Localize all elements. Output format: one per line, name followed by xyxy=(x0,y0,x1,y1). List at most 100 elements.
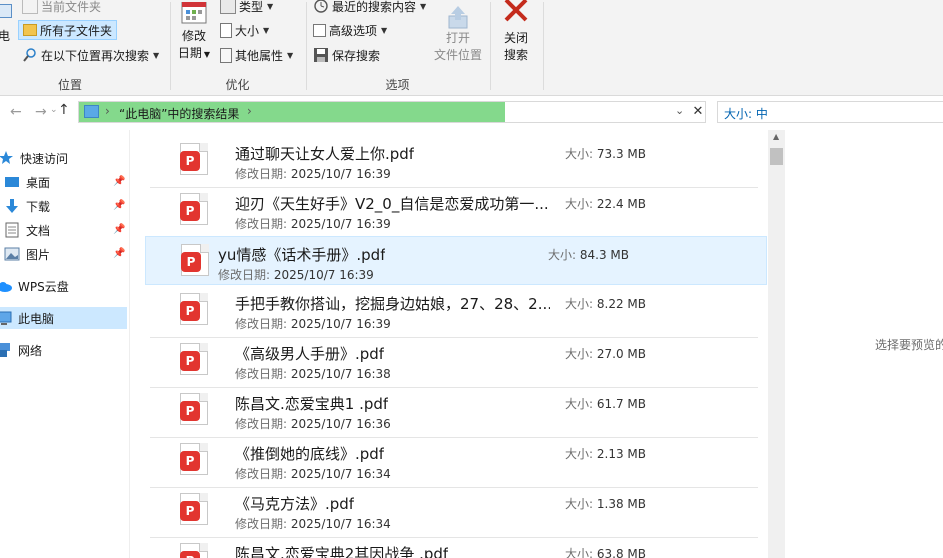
pdf-file-icon: P xyxy=(181,244,209,276)
pdf-file-icon: P xyxy=(180,143,208,175)
back-button[interactable]: ← xyxy=(10,104,22,120)
group-divider xyxy=(543,2,544,90)
dropdown-arrow-icon: ▼ xyxy=(287,50,294,60)
desktop-icon xyxy=(4,174,20,190)
dropdown-arrow-icon: ▼ xyxy=(267,1,274,11)
scrollbar-thumb[interactable] xyxy=(770,148,783,165)
file-name: 陈昌文.恋爱宝典2其因战争 .pdf xyxy=(235,545,449,558)
pdf-file-icon: P xyxy=(180,193,208,225)
advanced-options-button[interactable]: 高级选项 ▼ xyxy=(313,20,387,40)
kind-button[interactable]: 类型 ▼ xyxy=(220,0,273,16)
file-name: 手把手教你搭讪，挖掘身边姑娘，27、28、2... xyxy=(235,295,550,313)
size-button[interactable]: 大小 ▼ xyxy=(220,20,269,40)
up-button[interactable]: ↑ xyxy=(58,102,70,118)
chevron-right-icon: › xyxy=(247,104,252,118)
search-again-button[interactable]: 在以下位置再次搜索 ▼ xyxy=(22,45,159,65)
folder-icon xyxy=(22,0,38,14)
recent-locations-button[interactable]: ⌄ xyxy=(50,105,58,115)
pin-icon[interactable]: 📌 xyxy=(113,224,125,235)
group-divider xyxy=(306,2,307,90)
calendar-icon xyxy=(181,1,207,24)
file-size: 大小: 1.38 MB xyxy=(565,497,646,511)
advanced-options-icon xyxy=(313,23,326,37)
file-name: 通过聊天让女人爱上你.pdf xyxy=(235,145,415,163)
list-item[interactable]: P 《马克方法》.pdf 修改日期: 2025/10/7 16:34 大小: 1… xyxy=(147,480,758,531)
group-label-location: 位置 xyxy=(57,78,82,92)
file-size: 大小: 73.3 MB xyxy=(565,147,646,161)
nav-item-this-pc[interactable]: 此电脑 xyxy=(0,307,127,329)
vertical-scrollbar[interactable]: ▲ xyxy=(768,130,785,558)
network-icon xyxy=(0,342,12,358)
current-folder-button[interactable]: 当前文件夹 xyxy=(22,0,101,16)
recent-searches-button[interactable]: 最近的搜索内容 ▼ xyxy=(313,0,426,16)
save-icon xyxy=(313,47,329,63)
recent-searches-icon xyxy=(313,0,329,14)
scroll-up-arrow-icon[interactable]: ▲ xyxy=(773,132,779,141)
address-bar[interactable]: › “此电脑”中的搜索结果 › ⌄ xyxy=(78,101,706,123)
nav-item-desktop[interactable]: 桌面 xyxy=(0,171,127,193)
other-properties-button[interactable]: 其他属性 ▼ xyxy=(220,45,293,65)
dropdown-arrow-icon: ▼ xyxy=(153,50,160,60)
folder-tree-icon xyxy=(23,24,37,36)
list-item[interactable]: P 手把手教你搭讪，挖掘身边姑娘，27、28、2... 修改日期: 2025/1… xyxy=(147,280,758,331)
file-explorer-window: 电 当前文件夹 所有子文件夹 在以下位置再次搜索 ▼ 位置 修改 日期 ▼ 类型… xyxy=(0,0,943,558)
nav-item-quick-access[interactable]: 快速访问 xyxy=(0,147,127,169)
list-item[interactable]: P 迎刃《天生好手》V2_0_自信是恋爱成功第一... 修改日期: 2025/1… xyxy=(147,180,758,231)
all-subfolders-button[interactable]: 所有子文件夹 xyxy=(18,20,118,40)
pin-icon[interactable]: 📌 xyxy=(113,200,125,211)
list-item[interactable]: P 《高级男人手册》.pdf 修改日期: 2025/10/7 16:38 大小:… xyxy=(147,330,758,381)
dropdown-arrow-icon: ▼ xyxy=(420,1,427,11)
search-input[interactable]: 大小: 中 xyxy=(717,101,943,123)
file-size: 大小: 63.8 MB xyxy=(565,547,646,558)
star-icon xyxy=(0,150,14,166)
properties-icon xyxy=(220,47,232,63)
group-divider xyxy=(170,2,171,90)
ribbon-search-tab: 电 当前文件夹 所有子文件夹 在以下位置再次搜索 ▼ 位置 修改 日期 ▼ 类型… xyxy=(0,0,943,96)
up-arrow-icon: ↑ xyxy=(58,102,70,118)
file-name: 陈昌文.恋爱宝典1 .pdf xyxy=(235,395,389,413)
list-item[interactable]: P 《推倒她的底线》.pdf 修改日期: 2025/10/7 16:34 大小:… xyxy=(147,430,758,481)
dropdown-arrow-icon: ▼ xyxy=(203,50,211,59)
address-dropdown-icon[interactable]: ⌄ xyxy=(675,104,684,117)
group-label-refine: 优化 xyxy=(225,78,250,92)
file-name: 迎刃《天生好手》V2_0_自信是恋爱成功第一... xyxy=(235,195,549,213)
dropdown-arrow-icon: ▼ xyxy=(381,25,388,35)
computer-icon xyxy=(0,4,12,18)
file-name: 《马克方法》.pdf xyxy=(235,495,355,513)
search-query-text: 大小: 中 xyxy=(724,107,768,121)
pdf-file-icon: P xyxy=(180,343,208,375)
chevron-down-icon: ⌄ xyxy=(50,105,58,115)
close-icon xyxy=(503,0,529,24)
stop-search-button[interactable]: ✕ xyxy=(690,104,706,119)
nav-item-pictures[interactable]: 图片 xyxy=(0,243,127,265)
back-arrow-icon: ← xyxy=(10,104,22,120)
pictures-icon xyxy=(4,246,20,262)
partial-ribbon-button[interactable]: 电 xyxy=(0,0,14,45)
list-item[interactable]: P 陈昌文.恋爱宝典1 .pdf 修改日期: 2025/10/7 16:36 大… xyxy=(147,380,758,431)
forward-button[interactable]: → xyxy=(35,104,47,120)
nav-item-documents[interactable]: 文档 xyxy=(0,219,127,241)
pdf-file-icon: P xyxy=(180,493,208,525)
close-search-button[interactable]: 关闭 搜索 xyxy=(496,0,536,64)
search-results-list: P 通过聊天让女人爱上你.pdf 修改日期: 2025/10/7 16:39 大… xyxy=(130,130,770,558)
list-item[interactable]: P 陈昌文.恋爱宝典2其因战争 .pdf 大小: 63.8 MB xyxy=(147,530,758,558)
address-path[interactable]: “此电脑”中的搜索结果 xyxy=(119,105,239,122)
pdf-file-icon: P xyxy=(180,543,208,558)
pin-icon[interactable]: 📌 xyxy=(113,176,125,187)
computer-icon xyxy=(0,310,12,326)
save-search-button[interactable]: 保存搜索 xyxy=(313,45,380,65)
open-file-location-button[interactable]: 打开 文件位置 xyxy=(428,0,488,64)
nav-item-downloads[interactable]: 下载 xyxy=(0,195,127,217)
search-folder-icon xyxy=(84,105,99,118)
nav-item-wps-cloud[interactable]: WPS云盘 xyxy=(0,275,127,297)
file-name: 《高级男人手册》.pdf xyxy=(235,345,385,363)
file-size: 大小: 22.4 MB xyxy=(565,197,646,211)
kind-icon xyxy=(220,0,236,14)
file-size: 大小: 27.0 MB xyxy=(565,347,646,361)
date-modified-button[interactable]: 修改 日期 ▼ xyxy=(174,0,214,63)
list-item-selected[interactable]: P yu情感《话术手册》.pdf 修改日期: 2025/10/7 16:39 大… xyxy=(145,236,767,285)
list-item[interactable]: P 通过聊天让女人爱上你.pdf 修改日期: 2025/10/7 16:39 大… xyxy=(147,130,758,181)
pin-icon[interactable]: 📌 xyxy=(113,248,125,259)
group-label-options: 选项 xyxy=(385,78,410,92)
nav-item-network[interactable]: 网络 xyxy=(0,339,127,361)
